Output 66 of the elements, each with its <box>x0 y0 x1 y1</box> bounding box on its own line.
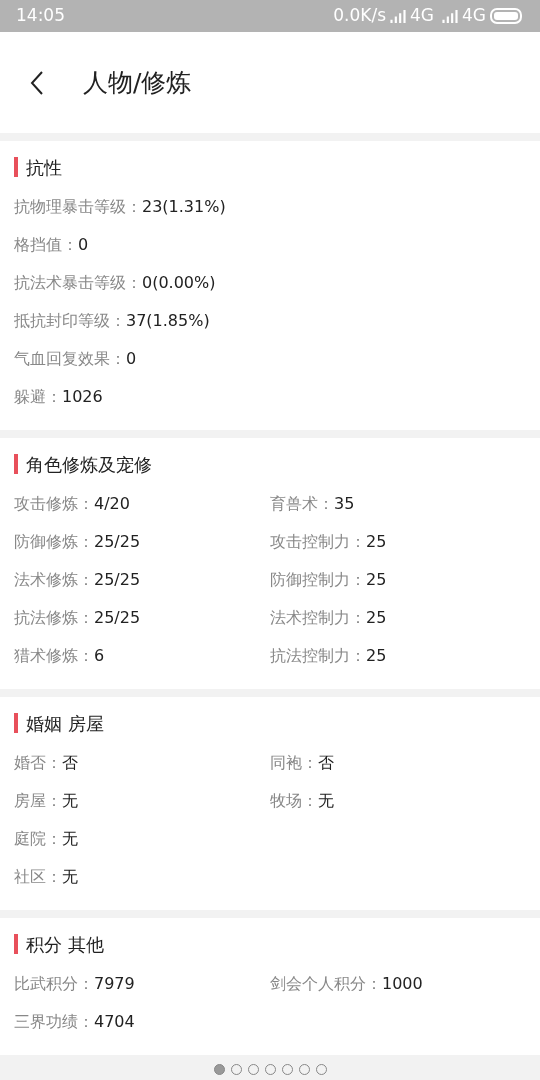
field-value: 1026 <box>62 386 103 408</box>
section-title: 婚姻 房屋 <box>26 711 104 736</box>
field-label: 法术修炼： <box>14 569 94 591</box>
field-label: 气血回复效果： <box>14 348 126 370</box>
field-value: 0 <box>78 234 89 256</box>
field-value: 否 <box>318 752 334 774</box>
field-value: 无 <box>318 790 334 812</box>
field-value: 25/25 <box>94 607 141 629</box>
accent-bar <box>14 934 18 954</box>
field-label: 猎术修炼： <box>14 645 94 667</box>
field-label: 躲避： <box>14 386 62 408</box>
field-value: 25 <box>366 645 387 667</box>
field-label: 庭院： <box>14 828 62 850</box>
field-value: 25/25 <box>94 569 141 591</box>
field-value: 25 <box>366 569 387 591</box>
battery-icon <box>490 8 524 24</box>
field-label: 同袍： <box>270 752 318 774</box>
field-value: 7979 <box>94 973 135 995</box>
status-time: 14:05 <box>16 4 65 28</box>
field-label: 社区： <box>14 866 62 888</box>
field-value: 4/20 <box>94 493 130 515</box>
field-value: 25 <box>366 607 387 629</box>
section-title: 积分 其他 <box>26 932 104 957</box>
field-value: 4704 <box>94 1011 135 1033</box>
field-label: 抗法术暴击等级： <box>14 272 142 294</box>
field-label: 抗法控制力： <box>270 645 366 667</box>
field-label: 攻击修炼： <box>14 493 94 515</box>
field-label: 防御修炼： <box>14 531 94 553</box>
field-label: 抗物理暴击等级： <box>14 196 142 218</box>
accent-bar <box>14 157 18 177</box>
signal-icon <box>442 9 458 23</box>
field-value: 无 <box>62 866 78 888</box>
field-label: 婚否： <box>14 752 62 774</box>
section-title: 角色修炼及宠修 <box>26 452 152 477</box>
signal-icon <box>390 9 406 23</box>
field-label: 抗法修炼： <box>14 607 94 629</box>
field-value: 无 <box>62 790 78 812</box>
network-speed: 0.0K/s <box>333 4 386 28</box>
field-value: 23(1.31%) <box>142 196 226 218</box>
field-label: 抵抗封印等级： <box>14 310 126 332</box>
field-value: 无 <box>62 828 78 850</box>
field-value: 25 <box>366 531 387 553</box>
section-title: 抗性 <box>26 155 62 180</box>
field-label: 比武积分： <box>14 973 94 995</box>
field-value: 6 <box>94 645 105 667</box>
field-label: 攻击控制力： <box>270 531 366 553</box>
field-label: 法术控制力： <box>270 607 366 629</box>
field-label: 剑会个人积分： <box>270 973 382 995</box>
field-label: 房屋： <box>14 790 62 812</box>
network-type: 4G <box>410 4 434 28</box>
field-value: 35 <box>334 493 355 515</box>
field-label: 三界功绩： <box>14 1011 94 1033</box>
field-value: 37(1.85%) <box>126 310 210 332</box>
field-value: 25/25 <box>94 531 141 553</box>
network-type: 4G <box>462 4 486 28</box>
field-value: 1000 <box>382 973 423 995</box>
field-value: 0(0.00%) <box>142 272 216 294</box>
accent-bar <box>14 454 18 474</box>
page-title: 人物/修炼 <box>83 66 192 99</box>
field-label: 育兽术： <box>270 493 334 515</box>
field-value: 0 <box>126 348 137 370</box>
accent-bar <box>14 713 18 733</box>
field-label: 格挡值： <box>14 234 78 256</box>
field-label: 牧场： <box>270 790 318 812</box>
field-value: 否 <box>62 752 78 774</box>
field-label: 防御控制力： <box>270 569 366 591</box>
